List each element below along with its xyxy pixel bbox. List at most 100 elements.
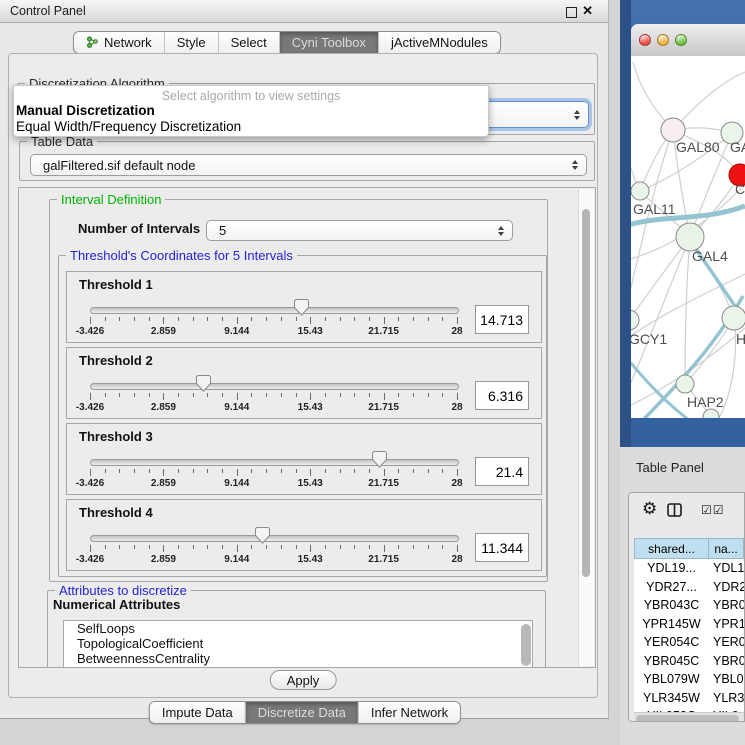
network-node[interactable]: [703, 409, 719, 418]
slider-ticks: [90, 393, 457, 401]
table-data-combobox[interactable]: galFiltered.sif default node: [30, 154, 587, 176]
threshold-value-field[interactable]: 11.344: [475, 533, 529, 562]
horizontal-scrollbar-thumb[interactable]: [636, 715, 739, 722]
slider-thumb[interactable]: [255, 527, 270, 544]
tick-label: 28: [451, 478, 462, 489]
tick-mark: [134, 317, 135, 321]
table-panel-box: ⚙ ☑☑ shared...na... YDL19...YDL1YDR27...…: [628, 492, 745, 722]
network-node[interactable]: [631, 310, 639, 330]
tab-label: Style: [177, 35, 206, 50]
slider-track[interactable]: [90, 307, 459, 314]
tick-mark: [163, 545, 164, 552]
tab-select[interactable]: Select: [218, 32, 279, 53]
slider-thumb[interactable]: [196, 375, 211, 392]
tick-mark: [428, 317, 429, 321]
table-row[interactable]: YDL19...YDL1: [634, 559, 744, 578]
table-row[interactable]: YDR27...YDR2: [634, 578, 744, 597]
vertical-scrollbar[interactable]: [578, 189, 594, 666]
maximize-traffic-light[interactable]: [675, 34, 687, 46]
table-row[interactable]: YPR145WYPR1: [634, 615, 744, 634]
number-of-intervals-spinner[interactable]: 5: [206, 220, 513, 241]
float-window-icon[interactable]: [566, 7, 577, 18]
tab-network[interactable]: Network: [74, 32, 164, 53]
tick-mark: [413, 545, 414, 549]
table-header-cell[interactable]: shared...: [634, 538, 709, 559]
tab-style[interactable]: Style: [164, 32, 218, 53]
tick-mark: [369, 545, 370, 549]
control-panel-titlebar[interactable]: Control Panel ✕: [0, 0, 608, 23]
tick-mark: [310, 469, 311, 476]
tab-jactivemnodules[interactable]: jActiveMNodules: [378, 32, 500, 53]
vertical-scrollbar-thumb[interactable]: [582, 209, 590, 577]
slider-thumb[interactable]: [294, 299, 309, 316]
tick-mark: [340, 393, 341, 397]
network-window-titlebar[interactable]: [631, 24, 745, 57]
tick-mark: [90, 393, 91, 400]
slider-track[interactable]: [90, 383, 459, 390]
threshold-value-field[interactable]: 14.713: [475, 305, 529, 334]
slider-tick-labels: -3.4262.8599.14415.4321.71528: [90, 402, 457, 414]
tick-mark: [428, 393, 429, 397]
tick-mark: [428, 545, 429, 549]
table-cell: YBR045C: [634, 654, 709, 668]
tick-mark: [266, 317, 267, 321]
tick-mark: [325, 317, 326, 321]
table-row[interactable]: YER054CYER0: [634, 633, 744, 652]
table-row[interactable]: YLR345WYLR3: [634, 689, 744, 708]
footer-tab-infer-network[interactable]: Infer Network: [358, 702, 460, 723]
tick-label: 15.43: [298, 326, 323, 337]
table-cell: YBR0: [709, 654, 744, 668]
attribute-list-item[interactable]: BetweennessCentrality: [64, 651, 532, 666]
tab-label: Impute Data: [162, 705, 233, 720]
slider-track[interactable]: [90, 459, 459, 466]
combobox-arrows-icon: [572, 160, 578, 170]
tick-mark: [384, 317, 385, 324]
slider-track[interactable]: [90, 535, 459, 542]
attribute-list-item[interactable]: SelfLoops: [64, 621, 532, 636]
threshold-label: Threshold 1: [79, 277, 153, 292]
list-scrollbar-thumb[interactable]: [521, 624, 531, 666]
tick-label: 2.859: [151, 554, 176, 565]
threshold-row: Threshold 3-3.4262.8599.14415.4321.71528…: [66, 423, 542, 495]
network-node-label: GAL80: [676, 139, 720, 155]
table-row[interactable]: YBR043CYBR0: [634, 596, 744, 615]
checkbox-icons[interactable]: ☑☑: [701, 503, 725, 517]
slider-thumb[interactable]: [372, 451, 387, 468]
close-traffic-light[interactable]: [639, 34, 651, 46]
footer-tab-discretize-data[interactable]: Discretize Data: [245, 702, 358, 723]
numerical-attributes-list[interactable]: SelfLoopsTopologicalCoefficientBetweenne…: [63, 620, 533, 668]
network-canvas[interactable]: GAL80GACGAL11GAL4GCY1HHAP2: [631, 56, 745, 418]
table-header-cell[interactable]: na...: [709, 538, 744, 559]
gear-icon[interactable]: ⚙: [642, 499, 657, 519]
table-row[interactable]: YBL079WYBL0: [634, 670, 744, 689]
close-icon[interactable]: ✕: [582, 3, 593, 19]
attribute-list-item[interactable]: TopologicalCoefficient: [64, 636, 532, 651]
tick-label: 2.859: [151, 478, 176, 489]
tick-mark: [310, 393, 311, 400]
apply-button[interactable]: Apply: [270, 670, 337, 690]
tick-mark: [222, 317, 223, 321]
tick-mark: [134, 545, 135, 549]
network-node[interactable]: [631, 182, 649, 200]
table-cell: YER054C: [634, 635, 709, 649]
tick-label: 2.859: [151, 326, 176, 337]
tick-mark: [207, 469, 208, 473]
footer-tab-impute-data[interactable]: Impute Data: [150, 702, 245, 723]
column-icon[interactable]: [667, 503, 682, 522]
network-node-label: GCY1: [631, 331, 667, 347]
tab-cyni-toolbox[interactable]: Cyni Toolbox: [279, 32, 378, 53]
threshold-value-field[interactable]: 6.316: [475, 381, 529, 410]
tick-label: -3.426: [76, 402, 104, 413]
threshold-value-field[interactable]: 21.4: [475, 457, 529, 486]
table-row[interactable]: YBR045CYBR0: [634, 652, 744, 671]
tick-label: 28: [451, 554, 462, 565]
cyni-toolbox-panel: Discretization Algorithm Table Data galF…: [8, 53, 598, 698]
minimize-traffic-light[interactable]: [657, 34, 669, 46]
network-node[interactable]: [722, 306, 745, 330]
tick-mark: [222, 393, 223, 397]
network-node[interactable]: [676, 223, 704, 251]
dropdown-item[interactable]: Equal Width/Frequency Discretization: [14, 119, 488, 135]
network-node[interactable]: [676, 375, 694, 393]
horizontal-scrollbar[interactable]: [634, 712, 744, 722]
dropdown-item[interactable]: Manual Discretization: [14, 103, 488, 119]
